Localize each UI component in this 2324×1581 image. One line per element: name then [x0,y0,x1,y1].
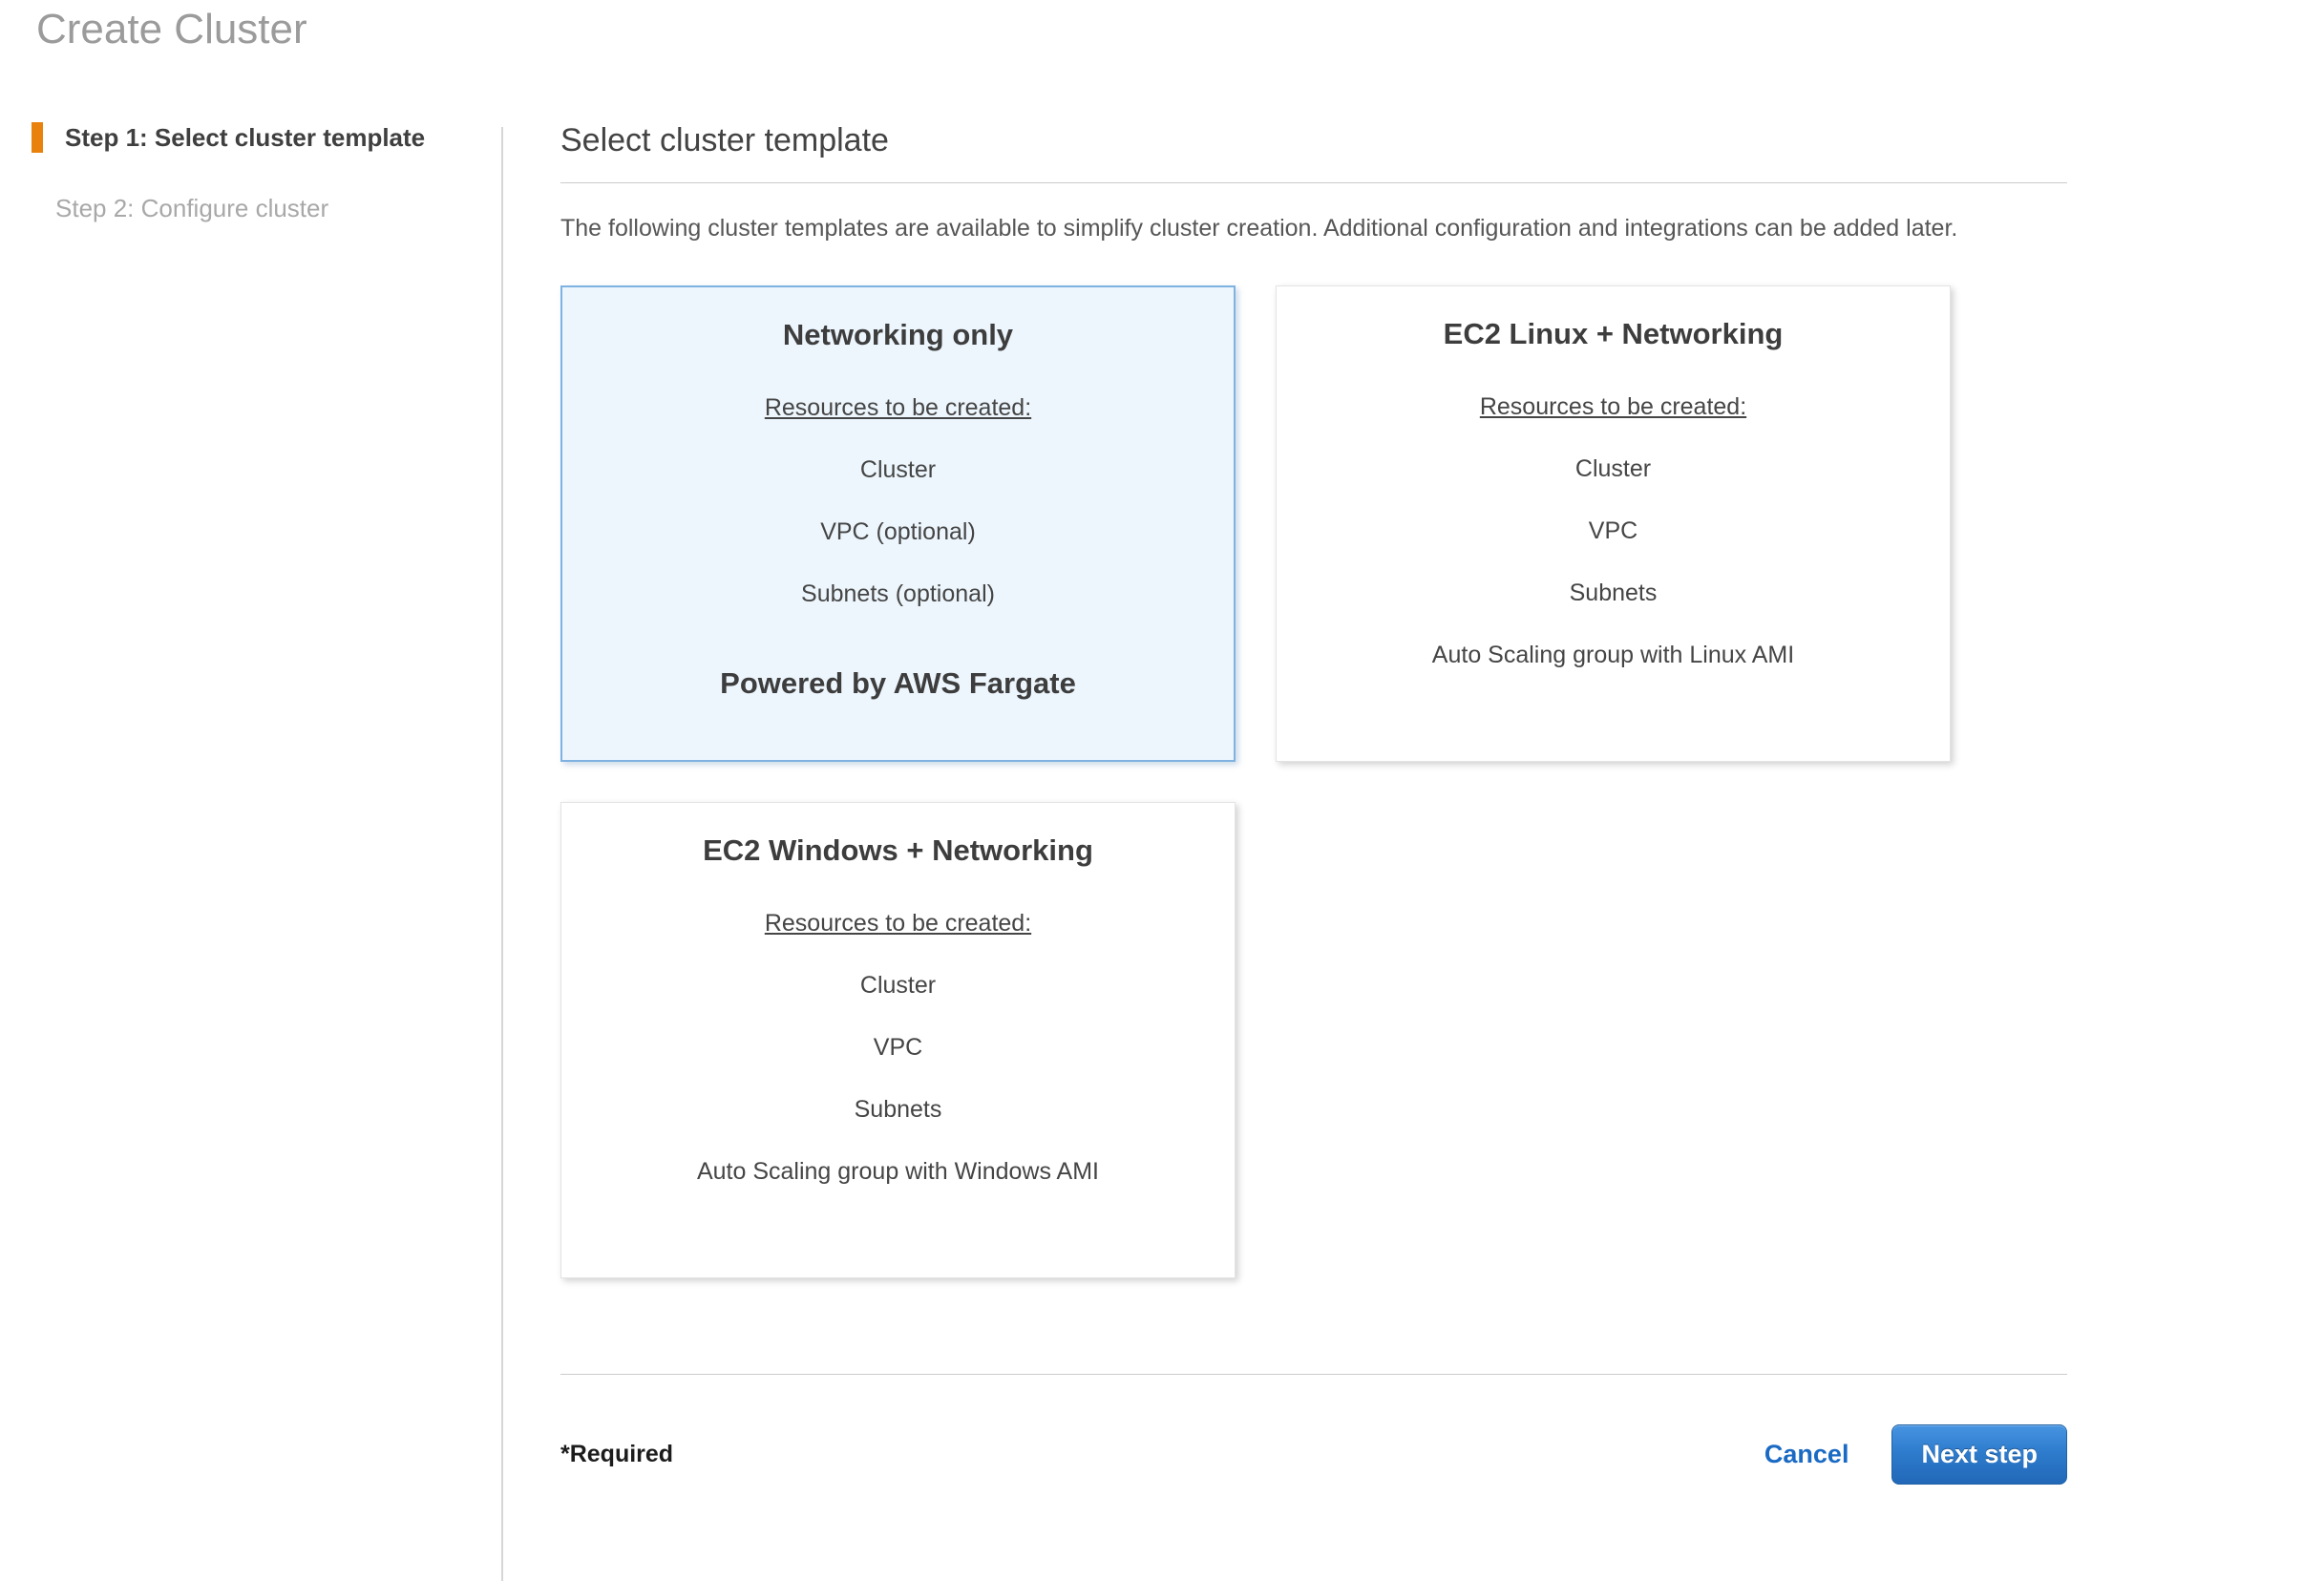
page-title: Create Cluster [36,6,307,53]
section-description: The following cluster templates are avai… [560,208,2067,249]
resource-item: Cluster [561,972,1235,1000]
fargate-footnote: Powered by AWS Fargate [562,666,1234,701]
next-step-button[interactable]: Next step [1891,1424,2067,1485]
resource-item: Subnets [561,1096,1235,1124]
required-note: *Required [560,1441,673,1468]
resource-item: Auto Scaling group with Linux AMI [1277,642,1950,669]
resources-label: Resources to be created: [561,910,1235,938]
card-title: EC2 Linux + Networking [1277,317,1950,351]
cancel-button[interactable]: Cancel [1764,1440,1849,1469]
resource-item: VPC [561,1034,1235,1062]
resources-label: Resources to be created: [562,394,1234,422]
resource-item: Auto Scaling group with Windows AMI [561,1158,1235,1186]
sidebar-step-1-select-cluster-template[interactable]: Step 1: Select cluster template [32,122,461,153]
sidebar-step-2-configure-cluster: Step 2: Configure cluster [32,193,461,223]
template-card-ec2-linux-networking[interactable]: EC2 Linux + Networking Resources to be c… [1276,285,1951,762]
template-card-networking-only[interactable]: Networking only Resources to be created:… [560,285,1236,762]
main-content: Select cluster template The following cl… [560,122,2067,1485]
resource-item: VPC (optional) [562,518,1234,546]
card-title: Networking only [562,318,1234,352]
footer-divider [560,1374,2067,1375]
footer-buttons: Cancel Next step [1764,1424,2067,1485]
wizard-steps-sidebar: Step 1: Select cluster template Step 2: … [32,122,461,223]
cluster-template-cards: Networking only Resources to be created:… [560,285,2067,1278]
resource-item: Subnets (optional) [562,580,1234,608]
template-card-ec2-windows-networking[interactable]: EC2 Windows + Networking Resources to be… [560,802,1236,1278]
resources-label: Resources to be created: [1277,393,1950,421]
resource-item: VPC [1277,517,1950,545]
footer-actions-row: *Required Cancel Next step [560,1424,2067,1485]
section-heading: Select cluster template [560,122,2067,183]
card-title: EC2 Windows + Networking [561,833,1235,868]
resource-item: Subnets [1277,580,1950,607]
resource-item: Cluster [1277,455,1950,483]
resource-item: Cluster [562,456,1234,484]
sidebar-content-divider [501,127,503,1581]
